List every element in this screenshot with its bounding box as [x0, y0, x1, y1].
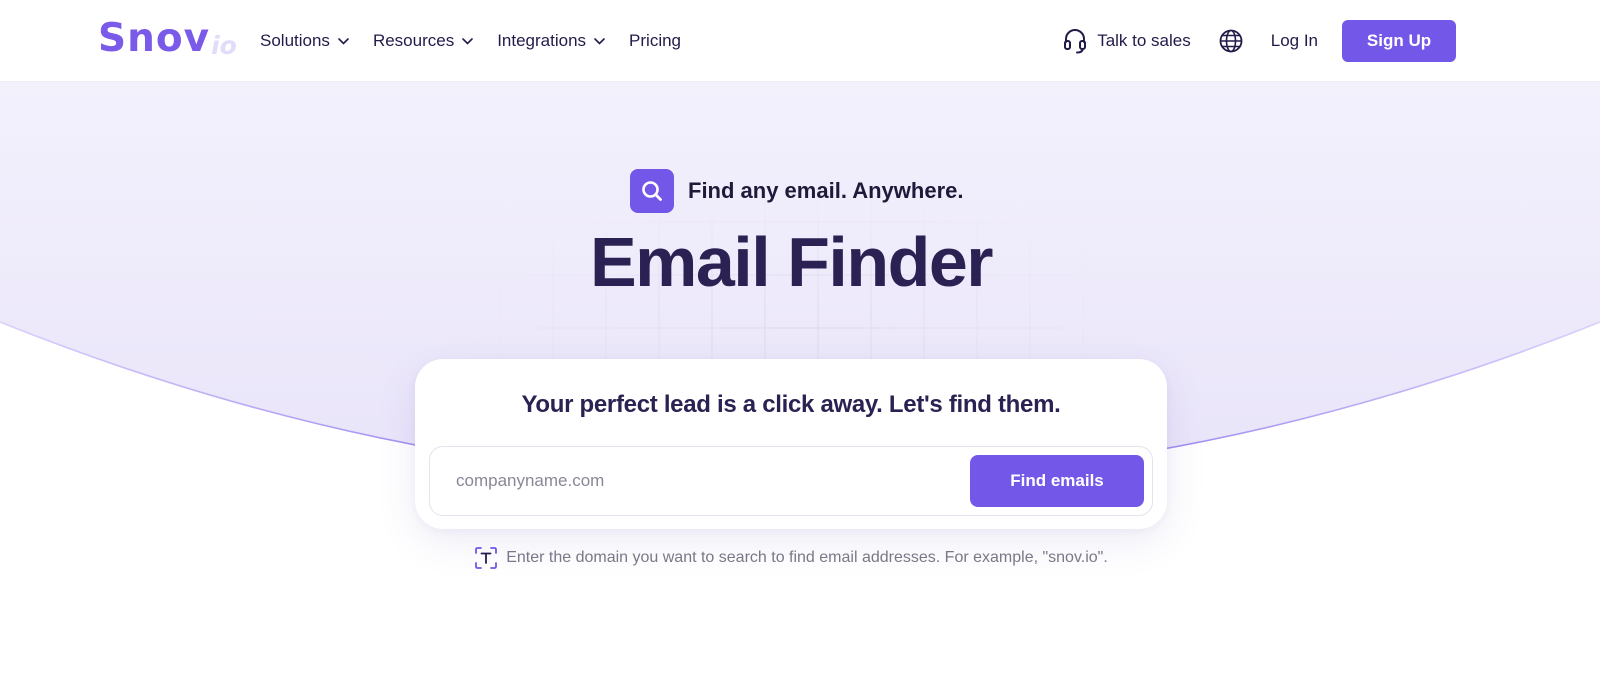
search-hint: Enter the domain you want to search to f… [0, 546, 1582, 570]
login-link[interactable]: Log In [1271, 31, 1318, 51]
language-selector[interactable] [1219, 29, 1243, 53]
hero-eyebrow: Find any email. Anywhere. [630, 169, 963, 213]
logo-wordmark: Snov [98, 16, 211, 61]
nav-resources-label: Resources [372, 31, 455, 50]
page-title: Email Finder [589, 223, 994, 301]
nav-integrations-label: Integrations [497, 31, 587, 50]
snov-logo[interactable]: Snov io [98, 14, 237, 64]
header-actions: Talk to sales Log In Sign Up [1063, 0, 1456, 82]
chevron-down-icon [462, 37, 474, 45]
sign-up-button[interactable]: Sign Up [1342, 20, 1456, 62]
domain-input[interactable] [456, 461, 936, 501]
talk-to-sales-link[interactable]: Talk to sales [1063, 28, 1191, 54]
text-scan-icon [475, 547, 498, 569]
logo-suffix: io [211, 31, 237, 60]
search-hint-text: Enter the domain you want to search to f… [506, 549, 1108, 566]
domain-search-box: Find emails [429, 446, 1153, 516]
page: Snov io Solutions Resources Integrations… [0, 0, 1600, 679]
nav-solutions-label: Solutions [260, 31, 330, 50]
globe-icon [1219, 29, 1243, 53]
chevron-down-icon [338, 37, 349, 45]
headset-icon [1064, 29, 1087, 54]
search-card: Your perfect lead is a click away. Let's… [415, 359, 1167, 529]
nav-integrations[interactable]: Integrations [497, 31, 605, 51]
talk-to-sales-label: Talk to sales [1097, 31, 1191, 50]
search-icon [630, 169, 674, 213]
nav-resources[interactable]: Resources [372, 31, 474, 51]
hero-eyebrow-text: Find any email. Anywhere. [688, 178, 964, 203]
search-card-title: Your perfect lead is a click away. Let's… [521, 391, 1061, 418]
chevron-down-icon [594, 37, 605, 45]
main-nav: Solutions Resources Integrations Pricing [260, 0, 705, 82]
find-emails-button[interactable]: Find emails [970, 455, 1144, 507]
nav-pricing-label: Pricing [629, 31, 682, 50]
nav-pricing[interactable]: Pricing [629, 31, 681, 51]
nav-solutions[interactable]: Solutions [260, 31, 349, 51]
top-navigation: Snov io Solutions Resources Integrations… [0, 0, 1600, 82]
